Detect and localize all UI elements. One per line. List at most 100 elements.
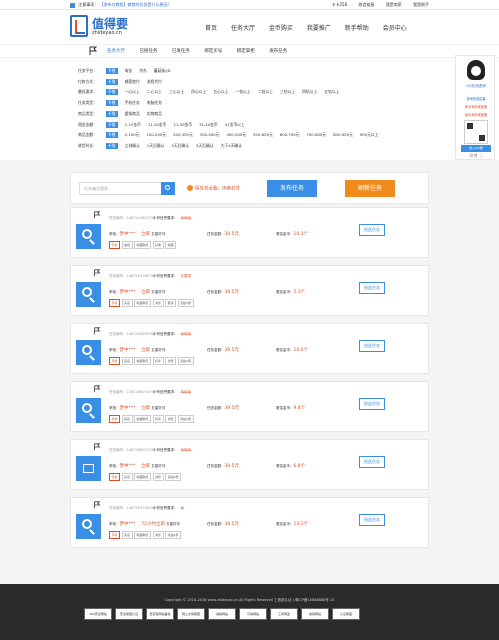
grab-task-button[interactable]: 抢此任务 xyxy=(359,398,385,410)
qq-line-1[interactable]: 咨询有奖招募 xyxy=(456,96,496,101)
refresh-task-button[interactable]: 刷新任务 xyxy=(345,180,395,197)
filter-option[interactable]: 四钻以上 xyxy=(302,89,317,95)
filter-option[interactable]: 不限 xyxy=(106,142,118,149)
filter-option[interactable]: 不限 xyxy=(106,89,118,96)
subnav-published[interactable]: 已发任务 xyxy=(172,48,190,54)
top-link-1[interactable]: 收信链接 xyxy=(358,2,374,7)
filter-option[interactable]: 不限 xyxy=(106,100,118,107)
filter-option[interactable]: 1-10金币 xyxy=(125,122,141,128)
footer-badge[interactable]: 可信网站 xyxy=(239,608,267,620)
filter-option[interactable]: 虚拟商品 xyxy=(125,111,140,117)
nav-promote[interactable]: 我要推广 xyxy=(307,23,331,32)
footer-badge[interactable]: 经营性网站备案 xyxy=(146,608,174,620)
notice-link[interactable]: 【发布方教程】做错的任务是什么原因？ xyxy=(100,2,172,7)
top-link-3[interactable]: 我是刷手 xyxy=(413,2,429,7)
filter-option[interactable]: 不限 xyxy=(106,78,118,85)
subnav-bind-shop[interactable]: 绑定掌柜 xyxy=(237,48,255,54)
filter-option[interactable]: 31-40金币 xyxy=(199,122,218,128)
gold-label: 悬赏金币： xyxy=(276,522,294,526)
nav-buy-gold[interactable]: 金币购买 xyxy=(269,23,293,32)
filter-option[interactable]: 大于4天确认 xyxy=(221,143,242,149)
filter-option[interactable]: 2天后确认 xyxy=(171,143,189,149)
footer-badge[interactable]: 工商网监 xyxy=(270,608,298,620)
warning-tip[interactable]: 接任务必看，违者封号 xyxy=(187,185,240,192)
top-link-2[interactable]: 我是商家 xyxy=(386,2,402,7)
filter-option[interactable]: 五钻以上 xyxy=(324,89,339,95)
task-gold: 悬赏金币：10.3个 xyxy=(276,231,308,237)
grab-task-button[interactable]: 抢此任务 xyxy=(359,456,385,468)
filter-option[interactable]: 不限 xyxy=(106,121,118,128)
filter-option[interactable]: 实物商品 xyxy=(147,111,162,117)
qq-line-2[interactable]: 新手和商家客服 xyxy=(456,104,496,109)
filter-option[interactable]: 400-500元 xyxy=(226,132,246,138)
filter-option[interactable]: 二钻以上 xyxy=(258,89,273,95)
filter-option[interactable]: 三钻以上 xyxy=(280,89,295,95)
filter-option[interactable]: 流程代付 xyxy=(147,79,162,85)
filter-option[interactable]: 手机任务 xyxy=(125,100,140,106)
footer-badge[interactable]: 信用网站 xyxy=(301,608,329,620)
filter-option[interactable]: 淘宝 xyxy=(125,68,133,74)
qq-line-3[interactable]: 接手和商家客服 xyxy=(456,112,496,117)
footer-badge[interactable]: 网上交易保障 xyxy=(177,608,205,620)
filter-option[interactable]: 电脑任务 xyxy=(147,100,162,106)
nav-task-hall[interactable]: 任务大厅 xyxy=(231,23,255,32)
filter-option[interactable]: 200-300元 xyxy=(173,132,193,138)
logo-domain: zhideyao.cn xyxy=(92,30,122,36)
filter-option[interactable]: 一钻以上 xyxy=(236,89,251,95)
qq-title[interactable]: QQ在线咨询 xyxy=(456,84,496,89)
footer-badge[interactable]: 认证联盟 xyxy=(332,608,360,620)
grab-task-button[interactable]: 抢此任务 xyxy=(359,514,385,526)
filter-option[interactable]: 四心以上 xyxy=(191,89,206,95)
footer-badge[interactable]: 诚信网站 xyxy=(208,608,236,620)
filter-option[interactable]: 不限 xyxy=(106,132,118,139)
filter-option[interactable]: 300-400元 xyxy=(200,132,220,138)
filter-option[interactable]: 3天后确认 xyxy=(196,143,214,149)
filter-option[interactable]: 500-600元 xyxy=(253,132,273,138)
logo[interactable]: 值得要 zhideyao.cn xyxy=(70,15,150,39)
filter-option[interactable]: 100-200元 xyxy=(146,132,166,138)
filter-option[interactable]: 900元以上 xyxy=(360,132,379,138)
filter-option[interactable]: 800-900元 xyxy=(333,132,353,138)
filter-option[interactable]: 1天后确认 xyxy=(147,143,165,149)
nav-help[interactable]: 新手帮助 xyxy=(345,23,369,32)
grab-task-button[interactable]: 抢此任务 xyxy=(359,282,385,294)
subnav-task-hall[interactable]: 任务大厅 xyxy=(107,48,125,54)
filter-option[interactable]: 700-800元 xyxy=(306,132,326,138)
filter-option[interactable]: 京东 xyxy=(139,68,147,74)
qq-penguin-icon xyxy=(467,60,485,80)
subnav-publish[interactable]: 发布任务 xyxy=(269,48,287,54)
filter-option[interactable]: 五心以上 xyxy=(213,89,228,95)
qr-code-icon xyxy=(464,120,488,144)
filter-option[interactable]: 600-700元 xyxy=(280,132,300,138)
filter-option[interactable]: 21-30金币 xyxy=(173,122,192,128)
filter-option[interactable]: 蘑菇街/JD xyxy=(154,68,171,74)
qq-group-button[interactable]: 加入QQ群 xyxy=(461,145,491,152)
notice[interactable]: 注意事项： 【发布方教程】做错的任务是什么原因？ xyxy=(70,2,172,8)
social-links[interactable]: 微博 ⓘ xyxy=(456,153,496,159)
filter-option[interactable]: 二心以上 xyxy=(147,89,162,95)
task-card: 任务编号：1467265689789 小号信誉要求： 每每每 掌柜：梦中*** 立即 五… xyxy=(70,323,429,374)
publish-task-button[interactable]: 发布任务 xyxy=(267,180,317,197)
task-tag: 浏览 xyxy=(152,531,164,539)
grab-task-button[interactable]: 抢此任务 xyxy=(359,224,385,236)
balance[interactable]: 卡卡258 xyxy=(332,2,348,7)
subnav-accepted[interactable]: 已接任务 xyxy=(139,48,157,54)
filter-option[interactable]: 41金币以上 xyxy=(225,122,245,128)
footer-badge[interactable]: 安全联盟认证 xyxy=(115,608,143,620)
footer-badge[interactable]: 360安全网站 xyxy=(84,608,112,620)
nav-home[interactable]: 首页 xyxy=(205,23,217,32)
filter-option[interactable]: 11-20金币 xyxy=(148,122,167,128)
search-button[interactable] xyxy=(161,182,175,195)
nav-member[interactable]: 会员中心 xyxy=(383,23,407,32)
filter-option[interactable]: 不限 xyxy=(106,68,118,74)
search-input[interactable]: 任务编号搜索 xyxy=(79,182,169,195)
filter-option[interactable]: 立刻确认 xyxy=(125,143,140,149)
filter-option[interactable]: 威客垫付 xyxy=(125,79,140,85)
grab-task-button[interactable]: 抢此任务 xyxy=(359,340,385,352)
task-tag: 实名 xyxy=(121,473,133,481)
subnav-bind-buyer[interactable]: 绑定买号 xyxy=(204,48,222,54)
filter-option[interactable]: 一心以上 xyxy=(125,89,140,95)
filter-option[interactable]: 0-100元 xyxy=(125,132,140,138)
filter-option[interactable]: 三心以上 xyxy=(169,89,184,95)
filter-option[interactable]: 不限 xyxy=(106,110,118,117)
